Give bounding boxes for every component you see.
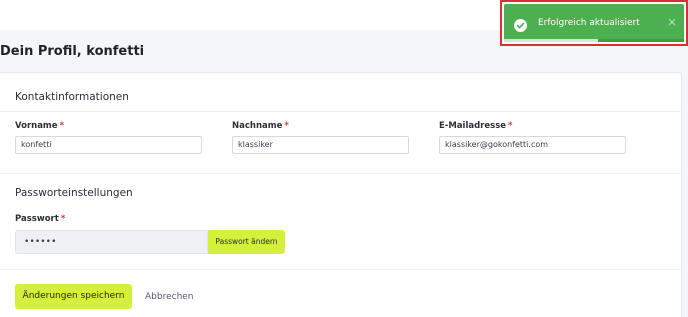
- last-name-label-text: Nachname: [232, 121, 283, 131]
- cancel-button[interactable]: Abbrechen: [145, 292, 194, 302]
- toast-progress-bar: [504, 39, 684, 42]
- toast-progress-fill: [504, 39, 598, 42]
- required-mark: *: [508, 121, 513, 131]
- divider: [0, 111, 682, 112]
- email-label: E-Mailadresse *: [439, 121, 512, 131]
- toast-message: Erfolgreich aktualisiert: [538, 18, 640, 28]
- save-changes-button[interactable]: Änderungen speichern: [15, 284, 132, 309]
- divider: [0, 173, 682, 174]
- divider: [0, 269, 682, 270]
- first-name-label: Vorname *: [15, 121, 64, 131]
- check-circle-icon: [514, 17, 527, 32]
- password-section-title: Passworteinstellungen: [15, 187, 133, 199]
- password-input[interactable]: ••••••: [15, 230, 208, 254]
- email-label-text: E-Mailadresse: [439, 121, 507, 131]
- change-password-button[interactable]: Passwort ändern: [208, 230, 285, 254]
- required-mark: *: [59, 121, 65, 131]
- close-icon[interactable]: ×: [667, 15, 677, 29]
- first-name-label-text: Vorname: [15, 121, 58, 131]
- success-toast: Erfolgreich aktualisiert ×: [504, 4, 684, 42]
- profile-card: Kontaktinformationen Vorname * konfetti N…: [0, 72, 682, 317]
- required-mark: *: [284, 121, 289, 131]
- required-mark: *: [60, 214, 66, 224]
- toast-highlight-frame: Erfolgreich aktualisiert ×: [500, 0, 688, 46]
- contact-section-title: Kontaktinformationen: [15, 91, 129, 103]
- password-label-text: Passwort: [15, 214, 59, 224]
- last-name-input[interactable]: klassiker: [232, 136, 409, 154]
- email-input[interactable]: klassiker@gokonfetti.com: [439, 136, 626, 154]
- last-name-label: Nachname *: [232, 121, 289, 131]
- page-title: Dein Profil, konfetti: [0, 44, 145, 59]
- password-label: Passwort *: [15, 214, 65, 224]
- first-name-input[interactable]: konfetti: [15, 136, 202, 154]
